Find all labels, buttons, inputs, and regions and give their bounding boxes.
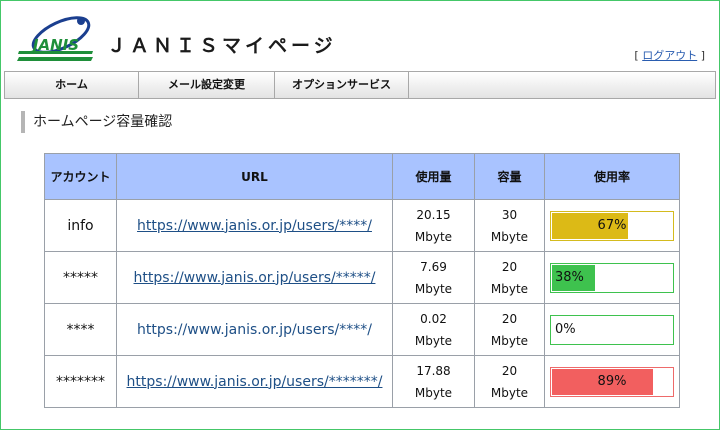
usage-percent: 67% <box>597 217 627 233</box>
capacity-value: 20 <box>501 363 518 378</box>
used-value: 0.02 <box>420 311 447 326</box>
used-cell: 20.15 Mbyte <box>392 199 475 252</box>
capacity-cell: 20 Mbyte <box>474 303 545 356</box>
table-row: ******* https://www.janis.or.jp/users/**… <box>44 355 680 408</box>
used-value: 17.88 <box>416 363 451 378</box>
header-used: 使用量 <box>392 153 475 200</box>
url-text: https://www.janis.or.jp/users/****/ <box>137 321 372 338</box>
header-rate: 使用率 <box>544 153 680 200</box>
capacity-unit: Mbyte <box>490 333 529 348</box>
used-cell: 17.88 Mbyte <box>392 355 475 408</box>
usage-meter: 67% <box>550 210 674 241</box>
url-cell: https://www.janis.or.jp/users/****/ <box>116 303 393 356</box>
used-cell: 0.02 Mbyte <box>392 303 475 356</box>
table-row: **** https://www.janis.or.jp/users/****/… <box>44 303 680 356</box>
capacity-value: 30 <box>501 207 518 222</box>
table-row: info https://www.janis.or.jp/users/****/… <box>44 199 680 252</box>
account-cell: ******* <box>44 355 117 408</box>
nav-item-home[interactable]: ホーム <box>5 72 139 98</box>
section-title: ホームページ容量確認 <box>21 111 172 133</box>
table-header-row: アカウント URL 使用量 容量 使用率 <box>44 153 680 200</box>
used-value: 20.15 <box>416 207 451 222</box>
logout-area: [ ログアウト ] <box>634 47 705 63</box>
rate-cell: 89% <box>544 355 680 408</box>
url-cell: https://www.janis.or.jp/users/*******/ <box>116 355 393 408</box>
capacity-table: アカウント URL 使用量 容量 使用率 info https://www.ja… <box>44 153 680 408</box>
table-row: ***** https://www.janis.or.jp/users/****… <box>44 251 680 304</box>
logo-text: JANIS <box>30 36 79 54</box>
header-account: アカウント <box>44 153 117 200</box>
used-value: 7.69 <box>420 259 447 274</box>
url-link[interactable]: https://www.janis.or.jp/users/****/ <box>137 218 372 234</box>
header-url: URL <box>116 153 393 200</box>
janis-logo-icon[interactable]: JANIS <box>17 13 95 65</box>
account-cell: **** <box>44 303 117 356</box>
capacity-unit: Mbyte <box>490 229 529 244</box>
capacity-unit: Mbyte <box>490 385 529 400</box>
capacity-unit: Mbyte <box>490 281 529 296</box>
usage-meter: 0% <box>550 314 674 345</box>
usage-percent: 38% <box>555 269 584 285</box>
header-capacity: 容量 <box>474 153 545 200</box>
url-link[interactable]: https://www.janis.or.jp/users/*****/ <box>134 270 376 286</box>
account-cell: ***** <box>44 251 117 304</box>
nav-item-mail-settings[interactable]: メール設定変更 <box>139 72 275 98</box>
capacity-value: 20 <box>501 259 518 274</box>
nav-item-option-services[interactable]: オプションサービス <box>275 72 409 98</box>
account-cell: info <box>44 199 117 252</box>
rate-cell: 38% <box>544 251 680 304</box>
usage-percent: 0% <box>555 321 576 337</box>
usage-meter: 38% <box>550 262 674 293</box>
rate-cell: 0% <box>544 303 680 356</box>
used-unit: Mbyte <box>414 333 453 348</box>
used-unit: Mbyte <box>414 385 453 400</box>
logout-link[interactable]: ログアウト <box>642 49 697 62</box>
logout-bracket-close: ] <box>700 49 705 62</box>
used-unit: Mbyte <box>414 229 453 244</box>
usage-percent: 89% <box>597 373 627 389</box>
used-cell: 7.69 Mbyte <box>392 251 475 304</box>
url-cell: https://www.janis.or.jp/users/*****/ <box>116 251 393 304</box>
logout-bracket-open: [ <box>634 49 639 62</box>
main-nav: ホーム メール設定変更 オプションサービス <box>4 71 716 99</box>
used-unit: Mbyte <box>414 281 453 296</box>
usage-meter: 89% <box>550 366 674 397</box>
capacity-cell: 30 Mbyte <box>474 199 545 252</box>
capacity-cell: 20 Mbyte <box>474 355 545 408</box>
site-title: ＪＡＮＩＳマイページ <box>107 35 337 57</box>
capacity-cell: 20 Mbyte <box>474 251 545 304</box>
url-cell: https://www.janis.or.jp/users/****/ <box>116 199 393 252</box>
rate-cell: 67% <box>544 199 680 252</box>
page-frame: JANIS ＪＡＮＩＳマイページ [ ログアウト ] ホーム メール設定変更 オ… <box>0 0 720 430</box>
url-link[interactable]: https://www.janis.or.jp/users/*******/ <box>127 374 383 390</box>
capacity-value: 20 <box>501 311 518 326</box>
